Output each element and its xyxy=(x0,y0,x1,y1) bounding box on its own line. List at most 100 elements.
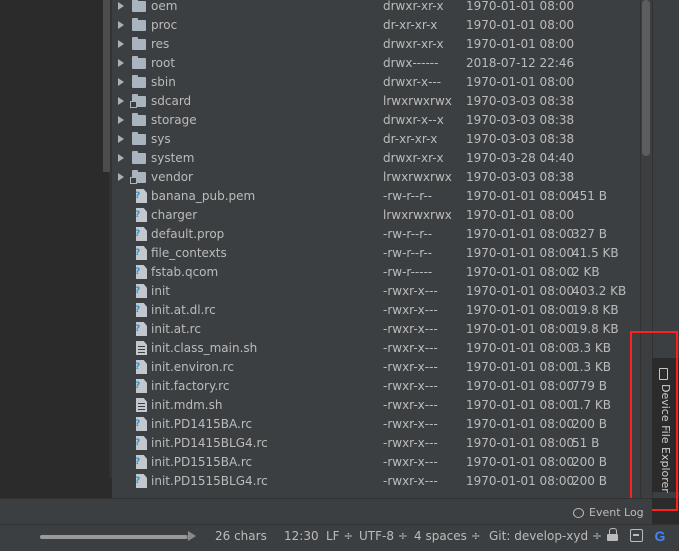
file-name: file_contexts xyxy=(151,246,227,260)
tree-file-row[interactable]: init.at.dl.rc -rwxr-x--- 1970-01-01 08:001… xyxy=(112,301,640,320)
event-log-button[interactable]: Event Log xyxy=(589,505,644,521)
file-permissions: -rwxr-x--- xyxy=(383,379,438,393)
selection-chars: 26 chars xyxy=(215,529,267,543)
tree-folder-row[interactable]: sdcard lrwxrwxrwx 1970-03-03 08:38 xyxy=(112,92,640,111)
expand-arrow-icon[interactable] xyxy=(118,40,124,48)
file-name: proc xyxy=(151,18,178,32)
file-name: storage xyxy=(151,113,197,127)
lock-icon[interactable] xyxy=(606,528,620,542)
file-name: init.PD1415BLG4.rc xyxy=(151,436,268,450)
file-date: 1970-01-01 08:00 xyxy=(466,303,575,317)
tree-folder-row[interactable]: proc dr-xr-xr-x 1970-01-01 08:00 xyxy=(112,16,640,35)
file-permissions: -rw-r--r-- xyxy=(383,227,433,241)
tree-file-row[interactable]: init.PD1515BA.rc -rwxr-x--- 1970-01-01 08:… xyxy=(112,453,640,472)
file-name: sbin xyxy=(151,75,176,89)
file-name: system xyxy=(151,151,195,165)
tree-file-row[interactable]: charger lrwxrwxrwx 1970-01-01 08:00 xyxy=(112,206,640,225)
tree-folder-row[interactable]: storage drwxr-x--x 1970-03-03 08:38 xyxy=(112,111,640,130)
unknown-file-icon xyxy=(136,208,147,222)
file-date: 1970-03-03 08:38 xyxy=(466,94,575,108)
tree-file-row[interactable]: fstab.qcom -rw-r----- 1970-01-01 08:002 KB xyxy=(112,263,640,282)
expand-arrow-icon[interactable] xyxy=(118,21,124,29)
tree-file-row[interactable]: banana_pub.pem -rw-r--r-- 1970-01-01 08:00… xyxy=(112,187,640,206)
file-size: 19.8 KB xyxy=(572,322,619,336)
file-permissions: drwxr-xr-x xyxy=(383,0,444,13)
tree-file-row[interactable]: init.environ.rc -rwxr-x--- 1970-01-01 08:0… xyxy=(112,358,640,377)
file-size: 779 B xyxy=(572,379,607,393)
file-name: default.prop xyxy=(151,227,225,241)
tree-file-row[interactable]: init.PD1415BLG4.rc -rwxr-x--- 1970-01-01 0… xyxy=(112,434,640,453)
tree-folder-row[interactable]: root drwx------ 2018-07-12 22:46 xyxy=(112,54,640,73)
text-file-icon xyxy=(136,398,147,412)
file-date: 1970-01-01 08:00 xyxy=(466,398,575,412)
tree-file-row[interactable]: init.PD1515BLG4.rc -rwxr-x--- 1970-01-01 0… xyxy=(112,472,640,491)
folder-link-icon xyxy=(130,94,146,108)
file-permissions: lrwxrwxrwx xyxy=(383,94,452,108)
expand-arrow-icon[interactable] xyxy=(118,173,124,181)
file-date: 1970-01-01 08:00 xyxy=(466,379,575,393)
folder-icon xyxy=(132,56,146,69)
file-name: vendor xyxy=(151,170,193,184)
file-name: init.environ.rc xyxy=(151,360,234,374)
inspector-face-icon[interactable] xyxy=(629,528,643,542)
file-permissions: dr-xr-xr-x xyxy=(383,18,438,32)
tree-file-row[interactable]: init.at.rc -rwxr-x--- 1970-01-01 08:0019.8… xyxy=(112,320,640,339)
file-date: 1970-01-01 08:00 xyxy=(466,246,575,260)
expand-arrow-icon[interactable] xyxy=(118,59,124,67)
folder-icon xyxy=(132,132,146,145)
file-name: init.mdm.sh xyxy=(151,398,223,412)
file-size: 200 B xyxy=(572,455,607,469)
tree-file-row[interactable]: init -rwxr-x--- 1970-01-01 08:00403.2 KB xyxy=(112,282,640,301)
expand-arrow-icon[interactable] xyxy=(118,116,124,124)
file-date: 1970-03-03 08:38 xyxy=(466,113,575,127)
encoding-selector[interactable]: UTF-8 ÷ xyxy=(359,527,408,545)
expand-arrow-icon[interactable] xyxy=(118,135,124,143)
indent-selector[interactable]: 4 spaces ÷ xyxy=(414,527,481,545)
file-name: init.factory.rc xyxy=(151,379,230,393)
unknown-file-icon xyxy=(136,246,147,260)
progress-fill xyxy=(40,535,187,539)
caret-position[interactable]: 12:30 xyxy=(284,527,319,545)
google-icon[interactable]: G xyxy=(652,527,668,545)
folder-icon xyxy=(132,18,146,31)
tree-file-row[interactable]: init.factory.rc -rwxr-x--- 1970-01-01 08:0… xyxy=(112,377,640,396)
tree-folder-row[interactable]: sbin drwxr-x--- 1970-01-01 08:00 xyxy=(112,73,640,92)
file-permissions: drwxr-xr-x xyxy=(383,37,444,51)
line-separator-selector[interactable]: LF ÷ xyxy=(326,527,353,545)
tree-scrollbar-thumb[interactable] xyxy=(642,0,650,156)
file-permissions: dr-xr-xr-x xyxy=(383,132,438,146)
tree-file-row[interactable]: init.mdm.sh -rwxr-x--- 1970-01-01 08:00 1.7… xyxy=(112,396,640,415)
expand-arrow-icon[interactable] xyxy=(118,97,124,105)
folder-icon xyxy=(132,113,146,126)
file-permissions: -rw-r----- xyxy=(383,265,433,279)
tree-file-row[interactable]: default.prop -rw-r--r-- 1970-01-01 08:0032… xyxy=(112,225,640,244)
tree-file-row[interactable]: init.class_main.sh -rwxr-x--- 1970-01-01 0… xyxy=(112,339,640,358)
file-permissions: drwx------ xyxy=(383,56,439,70)
file-date: 1970-01-01 08:00 xyxy=(466,474,575,488)
tree-folder-row[interactable]: vendor lrwxrwxrwx 1970-03-03 08:38 xyxy=(112,168,640,187)
expand-arrow-icon[interactable] xyxy=(118,78,124,86)
tree-file-row[interactable]: init.PD1415BA.rc -rwxr-x--- 1970-01-01 08:… xyxy=(112,415,640,434)
file-name: banana_pub.pem xyxy=(151,189,256,203)
file-name: charger xyxy=(151,208,198,222)
file-date: 1970-03-28 04:40 xyxy=(466,151,575,165)
tree-folder-row[interactable]: res drwxr-xr-x 1970-01-01 08:00 xyxy=(112,35,640,54)
device-file-tree[interactable]: oem drwxr-xr-x 1970-01-01 08:00 proc dr-xr-x… xyxy=(112,0,640,498)
expand-arrow-icon[interactable] xyxy=(118,2,124,10)
tree-folder-row[interactable]: oem drwxr-xr-x 1970-01-01 08:00 xyxy=(112,0,640,16)
tree-folder-row[interactable]: sys dr-xr-xr-x 1970-03-03 08:38 xyxy=(112,130,640,149)
folder-icon xyxy=(132,75,146,88)
file-name: init.class_main.sh xyxy=(151,341,258,355)
file-size: 2 KB xyxy=(572,265,600,279)
file-size: 200 B xyxy=(572,474,607,488)
file-permissions: -rwxr-x--- xyxy=(383,436,438,450)
unknown-file-icon xyxy=(136,455,147,469)
git-branch-selector[interactable]: Git: develop-xyd ÷ xyxy=(489,527,602,545)
left-panel-scroll-thumb[interactable] xyxy=(103,0,110,172)
tree-file-row[interactable]: file_contexts -rw-r--r-- 1970-01-01 08:004… xyxy=(112,244,640,263)
expand-arrow-icon[interactable] xyxy=(118,154,124,162)
file-permissions: -rwxr-x--- xyxy=(383,398,438,412)
tree-folder-row[interactable]: system drwxr-xr-x 1970-03-28 04:40 xyxy=(112,149,640,168)
bottom-tool-strip xyxy=(0,498,652,524)
file-name: init.at.rc xyxy=(151,322,201,336)
